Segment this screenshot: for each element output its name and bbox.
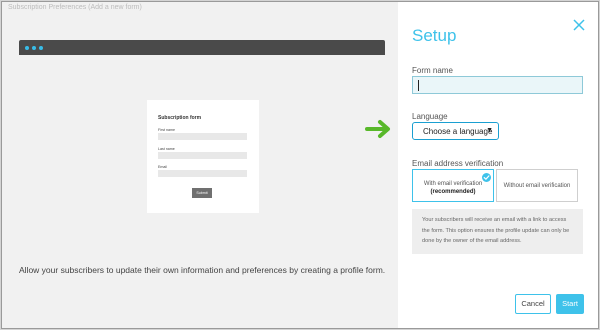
language-label: Language	[412, 112, 448, 121]
preview-submit-button: Submit	[192, 188, 212, 198]
language-select[interactable]: Choose a language ▼	[412, 122, 499, 140]
preview-field-input	[158, 170, 247, 177]
language-selected-value: Choose a language	[423, 127, 493, 136]
preview-field-label: First name	[158, 128, 175, 132]
preview-field-label: Last name	[158, 147, 175, 151]
form-name-input[interactable]	[412, 76, 583, 94]
option-with-verification[interactable]: With email verification (recommended)	[412, 169, 494, 202]
preview-form-title: Subscription form	[158, 115, 202, 121]
preview-browser-bar	[19, 40, 385, 55]
option-label: With email verification	[423, 181, 483, 187]
option-label: Without email verification	[503, 183, 571, 189]
arrow-right-icon	[365, 119, 395, 144]
cancel-button[interactable]: Cancel	[515, 294, 551, 314]
panel-title: Setup	[412, 26, 457, 45]
chevron-down-icon: ▼	[486, 127, 493, 134]
setup-panel: Setup Form name Language Choose a langua…	[398, 2, 598, 328]
option-sublabel: (recommended)	[430, 189, 476, 195]
faint-page-title: Subscription Preferences (Add a new form…	[8, 4, 142, 11]
intro-description: Allow your subscribers to update their o…	[19, 265, 386, 275]
subscription-form-preview: Subscription form First name Last name E…	[147, 100, 259, 213]
start-button[interactable]: Start	[556, 294, 584, 314]
option-without-verification[interactable]: Without email verification	[496, 169, 578, 202]
verification-info-box: Your subscribers will receive an email w…	[412, 209, 583, 254]
app-window: Subscription Preferences (Add a new form…	[1, 1, 599, 329]
preview-field-input	[158, 133, 247, 140]
window-dot	[32, 46, 36, 50]
window-dot	[25, 46, 29, 50]
preview-field-input	[158, 152, 247, 159]
form-name-label: Form name	[412, 66, 453, 75]
close-icon[interactable]	[573, 19, 585, 31]
verification-label: Email address verification	[412, 159, 504, 168]
window-dot	[39, 46, 43, 50]
text-caret	[418, 80, 419, 91]
preview-field-label: Email	[158, 165, 167, 169]
verification-info-text: Your subscribers will receive an email w…	[422, 217, 570, 244]
